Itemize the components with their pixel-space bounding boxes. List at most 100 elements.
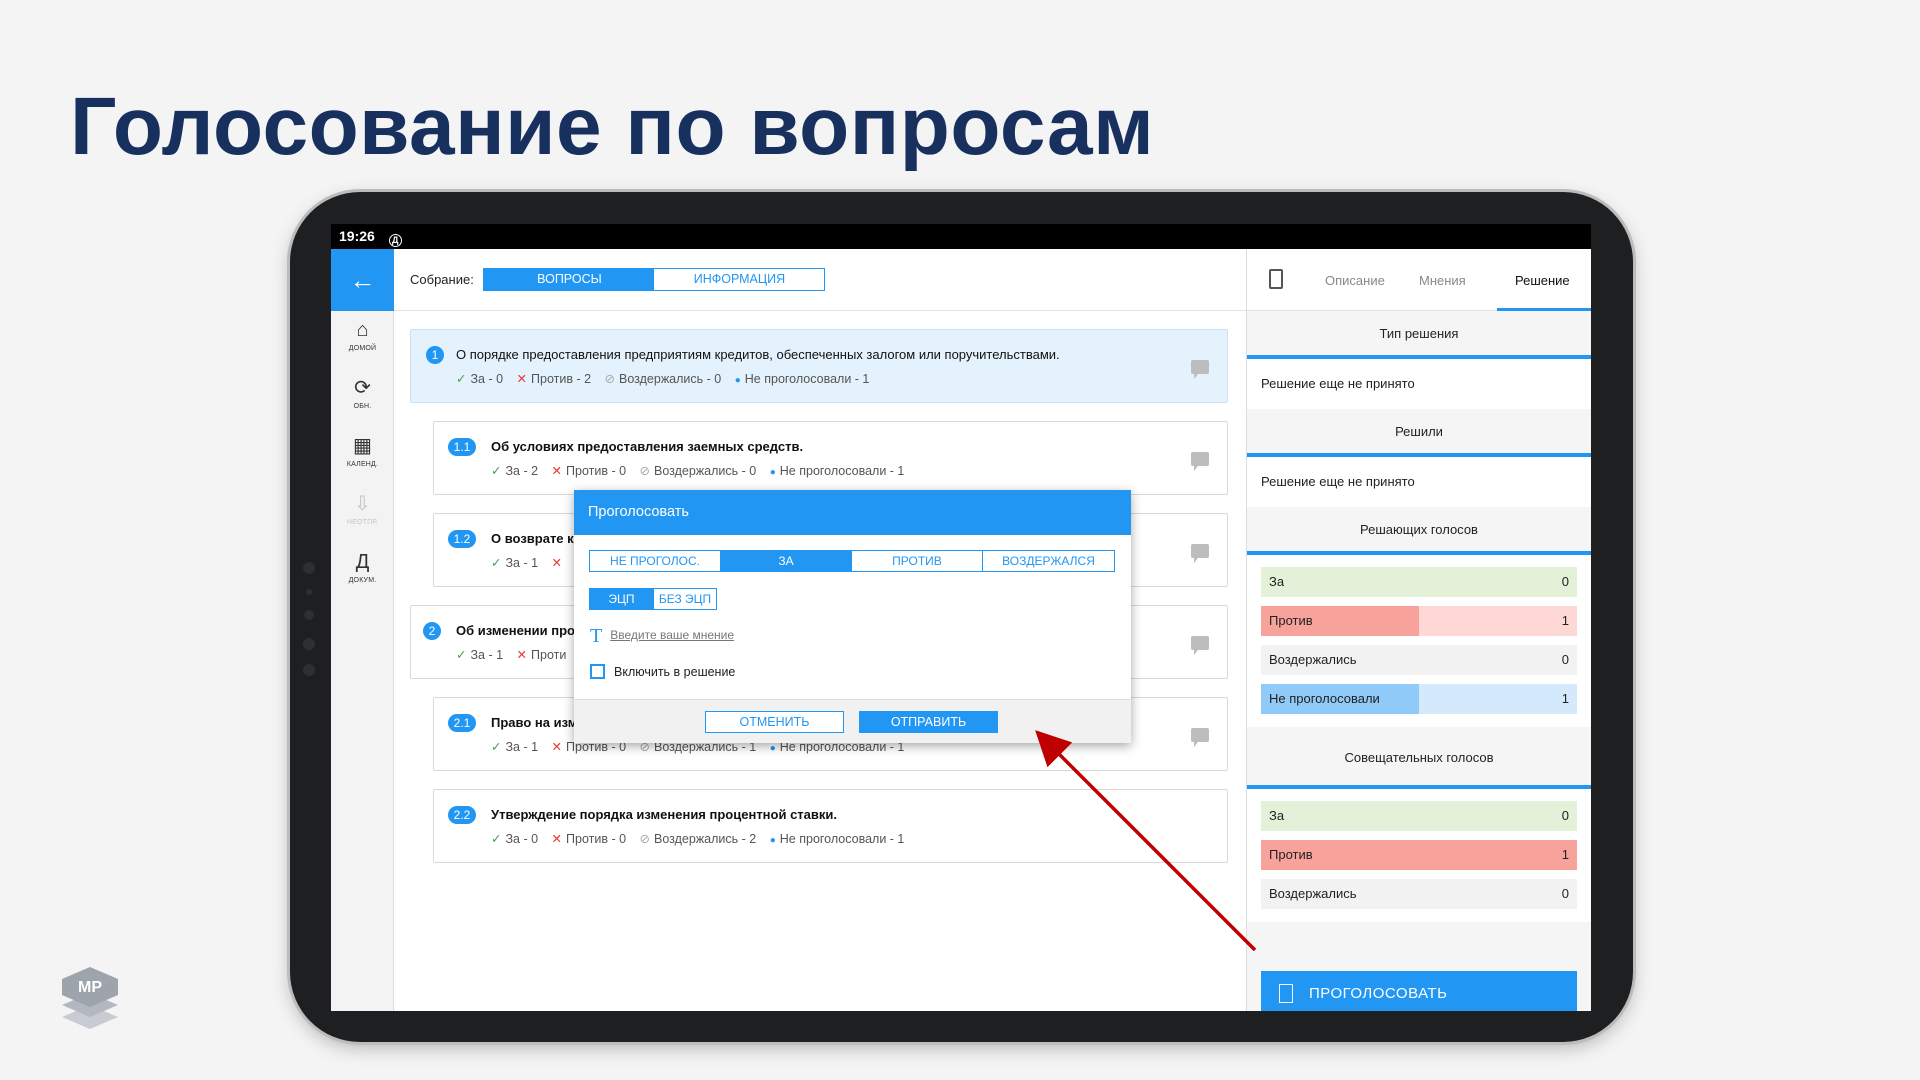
tab-decision[interactable]: Решение	[1515, 273, 1570, 288]
vote-button-label: ПРОГОЛОСОВАТЬ	[1309, 985, 1448, 1002]
back-button[interactable]: ←	[331, 249, 394, 311]
sidebar-item-home[interactable]: ⌂ ДОМОЙ	[331, 311, 394, 369]
opinion-input[interactable]: T Введите ваше мнение	[590, 625, 734, 648]
comment-icon[interactable]	[1191, 728, 1209, 747]
question-number: 1.1	[448, 438, 476, 456]
vote-count: 1	[1561, 691, 1569, 706]
attachment-icon[interactable]	[1269, 269, 1283, 289]
sidebar-item-documents[interactable]: Д ДОКУМ.	[331, 543, 394, 601]
question-number: 2.2	[448, 806, 476, 824]
cross-icon: ✕	[551, 832, 563, 846]
tab-information[interactable]: ИНФОРМАЦИЯ	[654, 269, 824, 290]
tab-description[interactable]: Описание	[1325, 273, 1385, 288]
active-tab-indicator	[1497, 308, 1591, 311]
vote-label: Не проголосовали	[1269, 691, 1380, 706]
dot-icon: ●	[769, 835, 776, 846]
votes-not-voted: Не проголосовали - 1	[779, 832, 905, 846]
vote-row-abstain: Воздержались 0	[1261, 645, 1577, 675]
question-number: 1.2	[448, 530, 476, 548]
check-icon: ✓	[491, 556, 502, 570]
svg-text:MP: MP	[78, 979, 102, 996]
checkbox-label: Включить в решение	[614, 665, 736, 679]
details-panel: Описание Мнения Решение Тип решения Реше…	[1246, 249, 1591, 1011]
sidebar-item-label: НЕОТПР.	[346, 519, 379, 526]
dot-icon: ●	[734, 375, 741, 386]
cross-icon: ✕	[551, 740, 563, 754]
vote-count: 0	[1561, 574, 1569, 589]
question-title: Утверждение порядка изменения процентной…	[491, 807, 838, 822]
decided-value: Решение еще не принято	[1247, 457, 1591, 507]
question-title: О порядке предоставления предприятиям кр…	[456, 347, 1060, 362]
status-bar: 19:26 Д	[331, 224, 1591, 249]
calendar-icon: ▦	[353, 435, 372, 457]
option-abstain[interactable]: ВОЗДЕРЖАЛСЯ	[983, 551, 1114, 571]
vote-options: НЕ ПРОГОЛОС. ЗА ПРОТИВ ВОЗДЕРЖАЛСЯ	[589, 550, 1115, 572]
company-logo: MP	[62, 967, 118, 1029]
comment-icon[interactable]	[1191, 544, 1209, 563]
tab-opinions[interactable]: Мнения	[1419, 273, 1466, 288]
votes-for: За - 1	[505, 740, 539, 754]
send-button[interactable]: ОТПРАВИТЬ	[859, 711, 998, 733]
comment-icon[interactable]	[1191, 636, 1209, 655]
cancel-button[interactable]: ОТМЕНИТЬ	[705, 711, 844, 733]
meeting-toolbar: Собрание: ВОПРОСЫ ИНФОРМАЦИЯ	[394, 249, 1246, 311]
comment-icon[interactable]	[1191, 452, 1209, 471]
option-no-signature[interactable]: БЕЗ ЭЦП	[654, 589, 716, 609]
deciding-votes-header: Решающих голосов	[1247, 507, 1591, 555]
votes-for: За - 0	[505, 832, 539, 846]
cross-icon: ✕	[516, 372, 528, 386]
meeting-label: Собрание:	[410, 272, 474, 287]
option-against[interactable]: ПРОТИВ	[852, 551, 983, 571]
status-icon: Д	[388, 234, 402, 247]
sidebar-item-unsent[interactable]: ⇩ НЕОТПР.	[331, 485, 394, 543]
vote-count: 1	[1561, 847, 1569, 862]
option-signature[interactable]: ЭЦП	[590, 589, 654, 609]
question-stats: ✓ За - 0 ✕ Против - 2 ⊘ Воздержались - 0 ● Н…	[456, 371, 879, 386]
cross-icon: ✕	[551, 464, 563, 478]
vote-row-not-voted: Не проголосовали 1	[1261, 684, 1577, 714]
dot-icon: ●	[769, 743, 776, 754]
votes-for: За - 1	[470, 648, 504, 662]
details-tabs: Описание Мнения Решение	[1247, 249, 1591, 311]
question-item[interactable]: 1.1 Об условиях предоставления заемных с…	[433, 421, 1228, 495]
advisory-votes: За 0 Против 1 Воздержались 0	[1247, 789, 1591, 922]
sidebar-item-refresh[interactable]: ⟳ ОБН.	[331, 369, 394, 427]
question-stats: ✓ За - 0 ✕ Против - 0 ⊘ Воздержались - 2 ● Н…	[491, 831, 914, 846]
question-title: О возврате к	[491, 531, 574, 546]
checkbox[interactable]	[590, 664, 605, 679]
comment-icon[interactable]	[1191, 360, 1209, 379]
meeting-tabs: ВОПРОСЫ ИНФОРМАЦИЯ	[483, 268, 826, 291]
question-item[interactable]: 1 О порядке предоставления предприятиям …	[410, 329, 1228, 403]
deciding-votes: За 0 Против 1 Воздержались 0 Не проголос…	[1247, 555, 1591, 727]
decision-type-header: Тип решения	[1247, 311, 1591, 359]
check-icon: ✓	[491, 832, 502, 846]
sidebar-item-label: ДОКУМ.	[348, 577, 377, 584]
slide-title: Голосование по вопросам	[70, 81, 1155, 172]
votes-not-voted: Не проголосовали - 1	[744, 372, 870, 386]
option-not-voted[interactable]: НЕ ПРОГОЛОС.	[590, 551, 721, 571]
vote-row-for: За 0	[1261, 801, 1577, 831]
outbox-icon: ⇩	[354, 493, 371, 515]
votes-abstain: Воздержались - 2	[654, 832, 757, 846]
sidebar-item-calendar[interactable]: ▦ КАЛЕНД.	[331, 427, 394, 485]
tab-questions[interactable]: ВОПРОСЫ	[484, 269, 655, 290]
votes-against: Против - 0	[566, 832, 627, 846]
vote-count: 0	[1561, 652, 1569, 667]
dialog-footer: ОТМЕНИТЬ ОТПРАВИТЬ	[574, 699, 1131, 743]
include-in-decision[interactable]: Включить в решение	[590, 664, 735, 679]
votes-against: Против - 2	[531, 372, 592, 386]
votes-against: Против - 0	[566, 464, 627, 478]
abstain-icon: ⊘	[639, 464, 651, 478]
question-item[interactable]: 2.2 Утверждение порядка изменения процен…	[433, 789, 1228, 863]
vote-button[interactable]: ПРОГОЛОСОВАТЬ	[1261, 971, 1577, 1011]
option-for[interactable]: ЗА	[721, 551, 852, 571]
dot-icon: ●	[769, 467, 776, 478]
sidebar: ← ⌂ ДОМОЙ ⟳ ОБН. ▦ КАЛЕНД. ⇩ НЕОТПР. Д Д…	[331, 249, 394, 1011]
votes-abstain: Воздержались - 0	[654, 464, 757, 478]
side-button	[306, 589, 312, 595]
question-stats: ✓ За - 1 ✕	[491, 555, 576, 570]
decided-header: Решили	[1247, 409, 1591, 457]
question-number: 2.1	[448, 714, 476, 732]
check-icon: ✓	[456, 372, 467, 386]
check-icon: ✓	[491, 464, 502, 478]
